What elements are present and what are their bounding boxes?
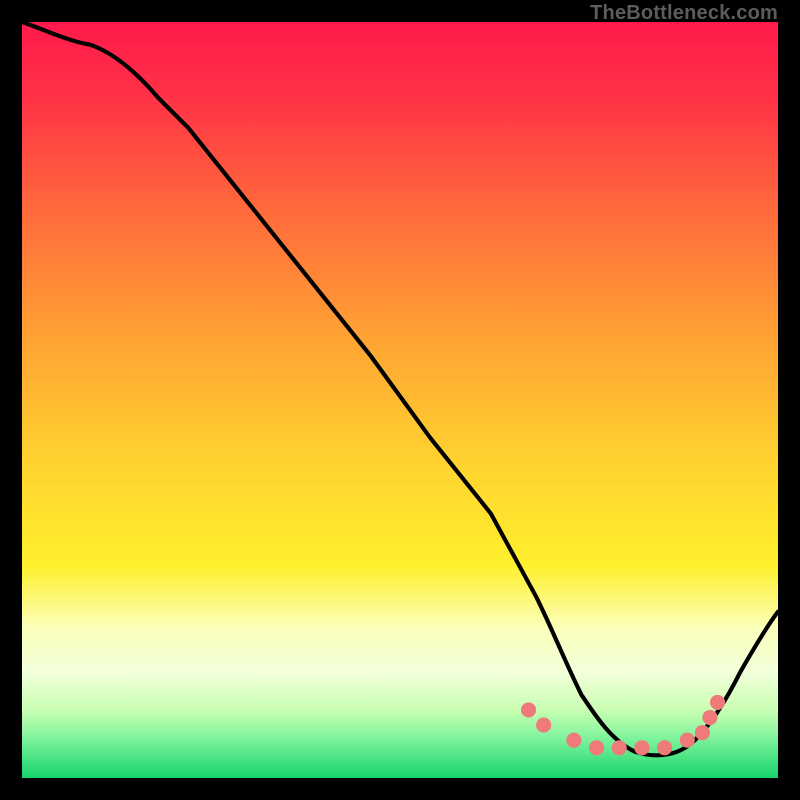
heat-gradient bbox=[22, 22, 778, 778]
plot-area bbox=[22, 22, 778, 778]
watermark-text: TheBottleneck.com bbox=[590, 2, 778, 25]
chart-frame: TheBottleneck.com bbox=[0, 0, 800, 800]
